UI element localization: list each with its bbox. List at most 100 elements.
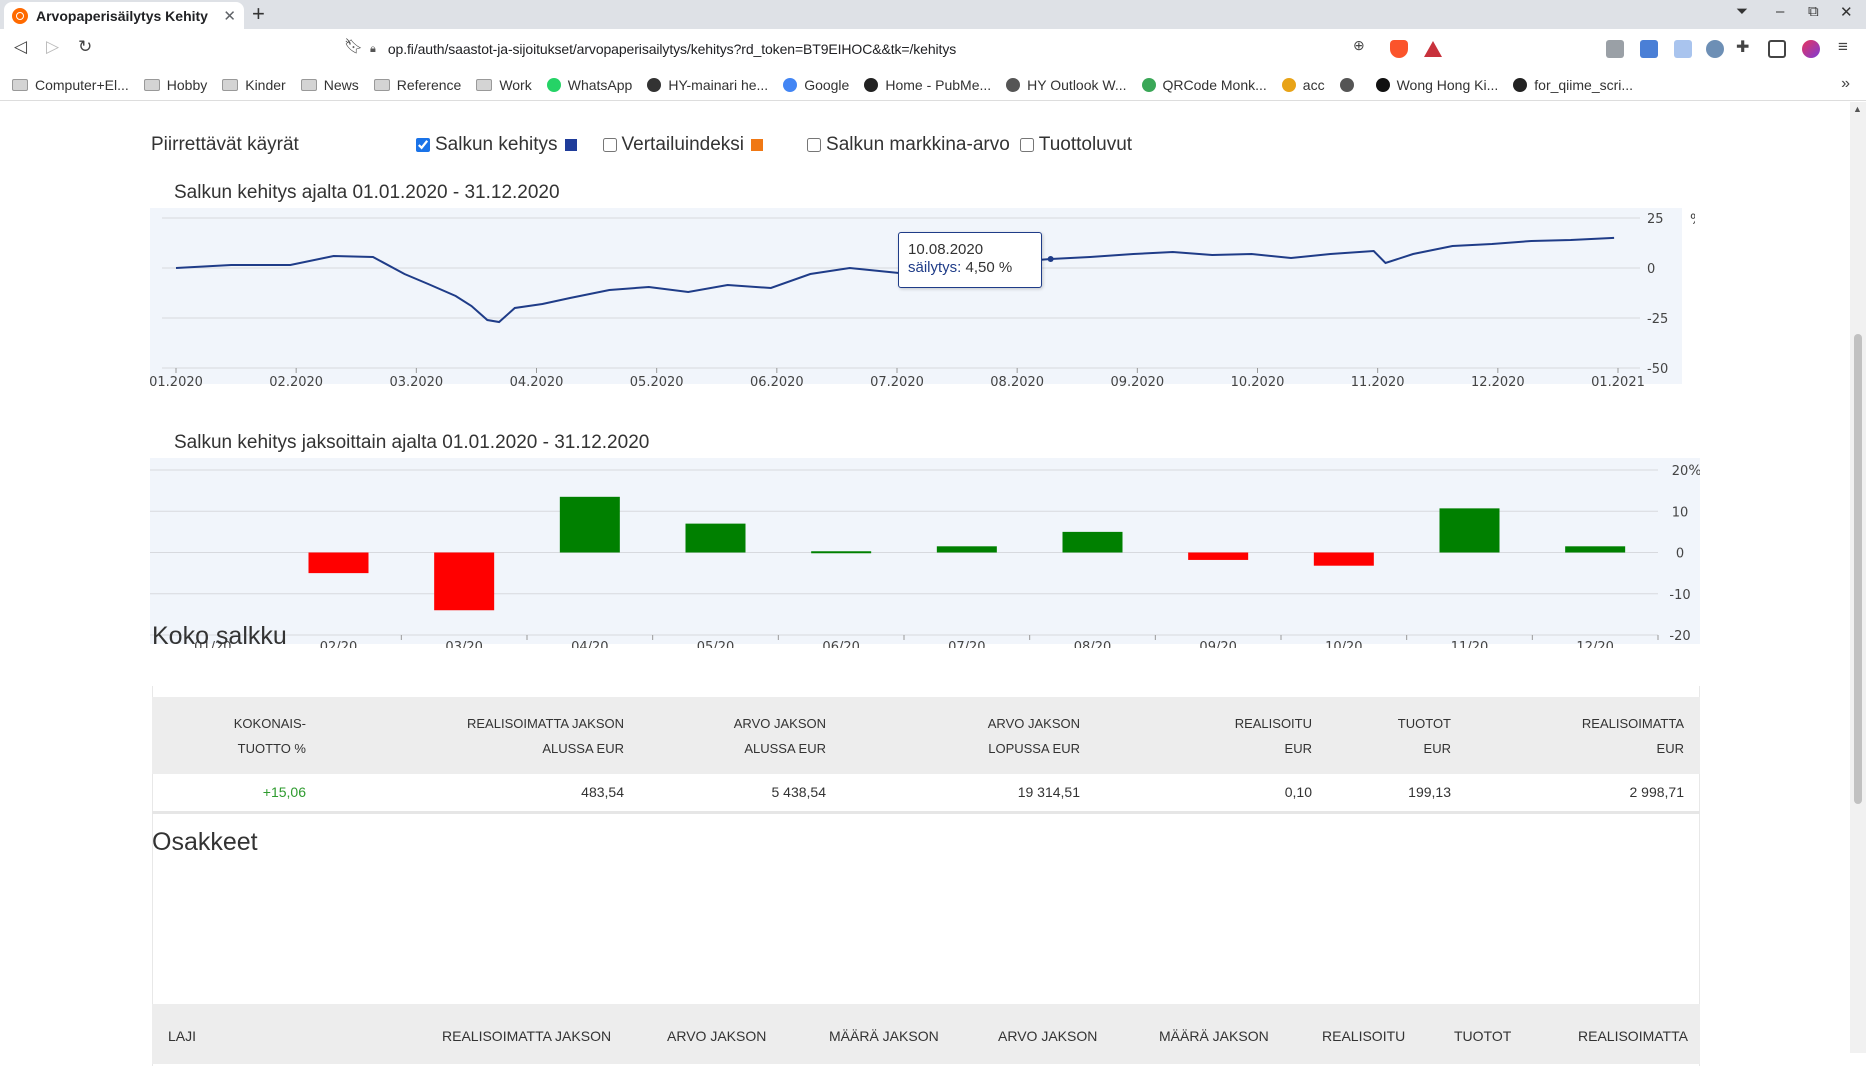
vpn-icon[interactable]: [1706, 40, 1724, 58]
vertailuindeksi-checkbox[interactable]: [602, 138, 617, 152]
close-tab-icon[interactable]: ✕: [223, 7, 236, 25]
whatsapp-icon: [546, 77, 561, 92]
salkun-kehitys-checkbox[interactable]: [416, 138, 430, 152]
col-realisoimatta[interactable]: REALISOIMATTA EUR: [1467, 697, 1700, 774]
bookmark-item[interactable]: for_qiime_scri...: [1513, 77, 1633, 93]
tab-search-icon[interactable]: ⏷: [1736, 3, 1748, 20]
summary-title: Koko salkku: [152, 622, 287, 650]
bookmark-item[interactable]: Work: [476, 77, 532, 93]
zoom-icon[interactable]: ⊕: [1353, 37, 1365, 54]
bookmark-item[interactable]: WhatsApp: [546, 76, 633, 93]
brave-shields-icon[interactable]: [1390, 40, 1408, 58]
markkina-arvo-checkbox[interactable]: [807, 138, 822, 152]
x-tick-label: 06/20: [822, 640, 859, 648]
bookmark-item[interactable]: Reference: [373, 77, 461, 93]
col-laji[interactable]: LAJI: [168, 1028, 196, 1044]
bookmark-item[interactable]: HY Outlook W...: [1006, 77, 1127, 93]
wallet-icon[interactable]: [1768, 40, 1786, 58]
checkbox-markkina-arvo[interactable]: Salkun markkina-arvo: [807, 134, 1010, 156]
bookmark-item[interactable]: Computer+El...: [12, 77, 129, 93]
bookmark-label: WhatsApp: [567, 76, 633, 93]
x-tick-label: 09.2020: [1110, 375, 1164, 390]
bookmark-page-icon[interactable]: 🔖︎: [344, 37, 363, 55]
col-arvo-jakson-1[interactable]: ARVO JAKSON: [667, 1028, 766, 1044]
col-kokonaistuotto[interactable]: KOKONAIS- TUOTTO %: [152, 697, 322, 774]
bookmark-label: Wong Hong Ki...: [1396, 76, 1499, 93]
bookmark-label: Google: [804, 76, 850, 93]
scrollbar-thumb[interactable]: [1854, 334, 1862, 804]
col-realisoimatta-2[interactable]: REALISOIMATTA: [1578, 1028, 1688, 1044]
col-arvo-alussa[interactable]: ARVO JAKSON ALUSSA EUR: [640, 697, 842, 774]
close-window-icon[interactable]: ✕: [1840, 3, 1853, 21]
col-tuotot-2[interactable]: TUOTOT: [1454, 1028, 1511, 1044]
summary-header-row: KOKONAIS- TUOTTO % REALISOIMATTA JAKSON AL…: [152, 697, 1700, 774]
reader-icon[interactable]: [1674, 40, 1692, 58]
bookmark-item[interactable]: News: [300, 76, 359, 93]
bar-chart[interactable]: 20100-10-20%01/2002/2003/2004/2005/2006/…: [150, 458, 1702, 655]
x-tick-label: 10/20: [1325, 640, 1362, 648]
bookmark-item[interactable]: QRCode Monk...: [1141, 77, 1267, 93]
minimize-icon[interactable]: –: [1776, 3, 1784, 20]
scroll-up-icon[interactable]: ▲: [1853, 104, 1862, 114]
bookmark-item[interactable]: acc: [1281, 77, 1325, 93]
hover-point: [1047, 256, 1054, 262]
bar-chart-area[interactable]: 20100-10-20%01/2002/2003/2004/2005/2006/…: [150, 458, 1702, 655]
menu-icon[interactable]: ≡: [1838, 37, 1848, 57]
bookmark-label: News: [323, 76, 359, 93]
col-maara-jakson-2[interactable]: MÄÄRÄ JAKSON: [1159, 1028, 1269, 1044]
x-tick-label: 10.2020: [1231, 375, 1285, 390]
bookmark-label: for_qiime_scri...: [1534, 76, 1634, 93]
bookmark-label: Kinder: [245, 76, 286, 93]
x-tick-label: 02.2020: [269, 375, 323, 390]
col-arvo-jakson-2[interactable]: ARVO JAKSON: [998, 1028, 1097, 1044]
x-tick-label: 03.2020: [389, 375, 443, 390]
bar-05-20: [685, 523, 746, 553]
bookmark-item[interactable]: Home - PubMe...: [864, 77, 991, 93]
extensions-puzzle-icon[interactable]: ✚: [1736, 37, 1749, 57]
bookmark-item[interactable]: Kinder: [222, 76, 286, 93]
new-tab-icon[interactable]: +: [252, 1, 265, 27]
checkbox-tuottoluvut[interactable]: Tuottoluvut: [1019, 134, 1132, 156]
profile-avatar-icon[interactable]: [1802, 40, 1820, 58]
curves-label: Piirrettävät käyrät: [151, 134, 299, 155]
page-scrollbar[interactable]: ▲: [1850, 102, 1866, 1053]
bar-04-20: [559, 496, 620, 553]
translate-icon[interactable]: [1640, 40, 1658, 58]
brave-rewards-icon[interactable]: [1424, 41, 1442, 57]
checkbox-salkun-kehitys[interactable]: Salkun kehitys: [416, 134, 577, 156]
tab-title: Arvopaperisäilytys Kehity: [36, 7, 208, 24]
cell-tuotot: 199,13: [1328, 774, 1467, 814]
reload-icon[interactable]: ↻: [78, 37, 92, 57]
folder-icon: [300, 78, 317, 91]
bookmark-item[interactable]: Google: [783, 77, 849, 93]
col-realisoimatta-alussa[interactable]: REALISOIMATTA JAKSON ALUSSA EUR: [322, 697, 640, 774]
bar-02-20: [308, 552, 369, 574]
col-realisoitu[interactable]: REALISOITU EUR: [1096, 697, 1328, 774]
y-tick-label: -10: [1669, 588, 1690, 603]
folder-icon: [143, 78, 160, 91]
back-icon[interactable]: ◁: [14, 37, 27, 57]
bookmark-item[interactable]: HY-mainari he...: [647, 77, 768, 93]
col-arvo-lopussa[interactable]: ARVO JAKSON LOPUSSA EUR: [842, 697, 1096, 774]
bar-11-20: [1439, 508, 1500, 553]
tuottoluvut-checkbox[interactable]: [1019, 138, 1034, 152]
forward-icon[interactable]: ▷: [46, 37, 59, 57]
col-maara-jakson-1[interactable]: MÄÄRÄ JAKSON: [829, 1028, 939, 1044]
bookmark-label: HY-mainari he...: [668, 76, 769, 93]
restore-icon[interactable]: ⧉: [1808, 3, 1819, 20]
address-bar[interactable]: 🔒︎ op.fi/auth/saastot-ja-sijoitukset/arv…: [370, 35, 1380, 63]
extension-icon[interactable]: [1606, 40, 1624, 58]
col-realisoitu-2[interactable]: REALISOITU: [1322, 1028, 1405, 1044]
col-realisoimatta-jakson[interactable]: REALISOIMATTA JAKSON: [442, 1028, 611, 1044]
bookmark-item[interactable]: Hobby: [143, 77, 207, 93]
bookmark-item[interactable]: Wong Hong Ki...: [1375, 76, 1499, 93]
bar-10-20: [1313, 552, 1374, 566]
chart-tooltip: 10.08.2020 säilytys: 4,50 %: [898, 232, 1042, 288]
browser-tab[interactable]: Arvopaperisäilytys Kehity ✕: [4, 2, 244, 29]
checkbox-vertailuindeksi[interactable]: Vertailuindeksi: [602, 134, 764, 156]
tab-strip: Arvopaperisäilytys Kehity ✕ + ⏷ – ⧉ ✕: [0, 0, 1866, 29]
col-tuotot[interactable]: TUOTOT EUR: [1328, 697, 1467, 774]
more-bookmarks-icon[interactable]: »: [1841, 75, 1850, 93]
bookmark-label: Computer+El...: [35, 76, 129, 93]
bookmark-item[interactable]: [1339, 77, 1361, 92]
